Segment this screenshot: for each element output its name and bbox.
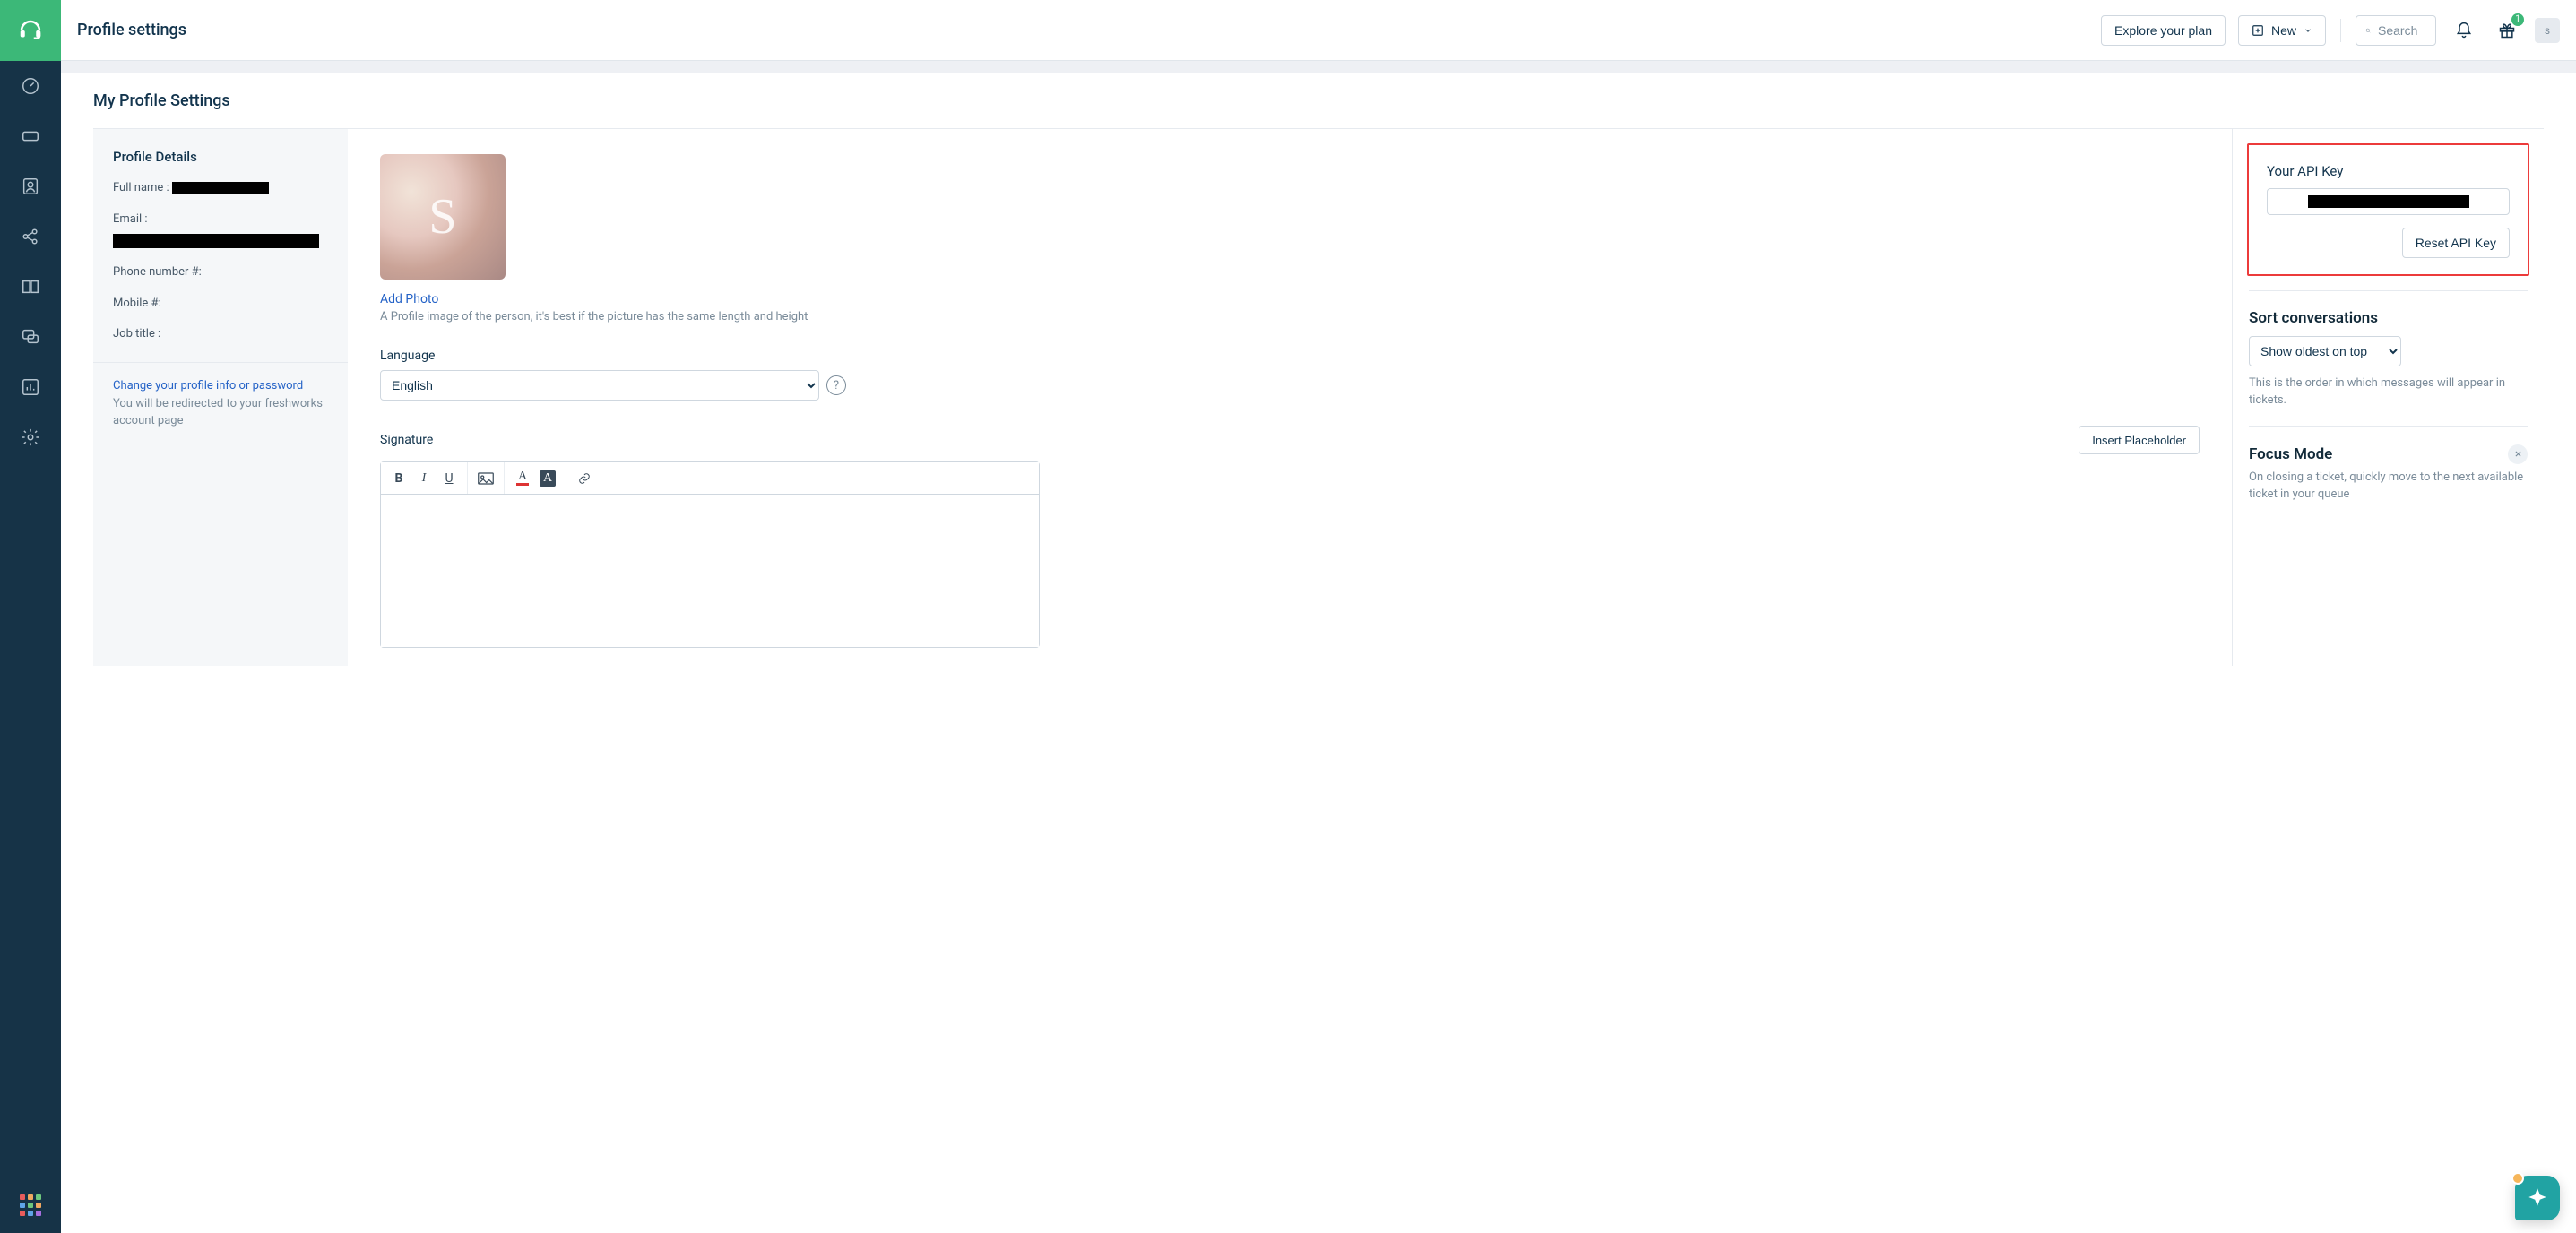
mobile-label: Mobile #: bbox=[113, 293, 328, 315]
full-name-value-redacted bbox=[172, 182, 269, 194]
chat-icon bbox=[21, 327, 40, 347]
sidebar-item-dashboard[interactable] bbox=[0, 61, 61, 111]
toolbar-bold[interactable]: B bbox=[386, 466, 411, 491]
email-row: Email : bbox=[113, 209, 328, 253]
avatar-letter: S bbox=[428, 188, 456, 246]
gifts-button[interactable]: 1 bbox=[2492, 15, 2522, 46]
signature-textarea[interactable] bbox=[381, 495, 1039, 647]
notifications-button[interactable] bbox=[2449, 15, 2479, 46]
explore-plan-label: Explore your plan bbox=[2114, 23, 2212, 38]
change-profile-info-link[interactable]: Change your profile info or password bbox=[113, 379, 328, 392]
editor-toolbar: B I U bbox=[381, 462, 1039, 495]
insert-placeholder-button[interactable]: Insert Placeholder bbox=[2079, 426, 2200, 454]
sparkle-icon bbox=[2527, 1187, 2548, 1209]
job-title-label: Job title : bbox=[113, 323, 328, 346]
api-key-value-redacted bbox=[2308, 195, 2469, 208]
apps-grid-icon bbox=[20, 1194, 41, 1216]
full-name-row: Full name : bbox=[113, 177, 328, 200]
link-icon bbox=[576, 472, 592, 485]
sidebar-item-social[interactable] bbox=[0, 211, 61, 262]
sort-conversations-title: Sort conversations bbox=[2249, 309, 2528, 327]
top-header: Profile settings Explore your plan New bbox=[61, 0, 2576, 61]
explore-plan-button[interactable]: Explore your plan bbox=[2101, 15, 2226, 46]
header-separator bbox=[2340, 19, 2341, 42]
new-button[interactable]: New bbox=[2238, 15, 2326, 46]
close-icon bbox=[2514, 450, 2522, 458]
reset-api-key-label: Reset API Key bbox=[2416, 236, 2496, 250]
email-value-redacted bbox=[113, 234, 319, 248]
toolbar-bg-color[interactable]: A bbox=[535, 466, 560, 491]
search-icon bbox=[2365, 23, 2371, 38]
bell-icon bbox=[2455, 22, 2473, 39]
focus-mode-section: Focus Mode On closing a ticket, quickly … bbox=[2249, 426, 2528, 520]
image-icon bbox=[478, 472, 494, 485]
toolbar-italic[interactable]: I bbox=[411, 466, 437, 491]
sidebar-item-tickets[interactable] bbox=[0, 111, 61, 161]
gauge-icon bbox=[21, 76, 40, 96]
toolbar-text-color[interactable]: A bbox=[510, 466, 535, 491]
headset-icon bbox=[17, 17, 44, 44]
page-title-header: Profile settings bbox=[77, 21, 186, 39]
sidebar-item-reports[interactable] bbox=[0, 362, 61, 412]
focus-mode-hint: On closing a ticket, quickly move to the… bbox=[2249, 470, 2528, 504]
signature-label: Signature bbox=[380, 433, 433, 447]
sort-order-select[interactable]: Show oldest on top bbox=[2249, 336, 2401, 366]
share-icon bbox=[21, 227, 40, 246]
profile-form: S Add Photo A Profile image of the perso… bbox=[348, 129, 2232, 666]
plus-square-icon bbox=[2252, 24, 2264, 37]
api-key-panel: Your API Key Reset API Key bbox=[2247, 143, 2529, 276]
api-key-title: Your API Key bbox=[2267, 163, 2510, 179]
language-help-icon[interactable]: ? bbox=[826, 375, 846, 395]
sidebar-item-contacts[interactable] bbox=[0, 161, 61, 211]
avatar-initial: s bbox=[2545, 24, 2550, 37]
help-widget-notification-dot bbox=[2511, 1172, 2524, 1185]
ticket-icon bbox=[21, 126, 40, 146]
phone-label: Phone number #: bbox=[113, 262, 328, 284]
email-label: Email : bbox=[113, 212, 148, 226]
toolbar-image[interactable] bbox=[473, 466, 498, 491]
profile-details-heading: Profile Details bbox=[113, 149, 328, 165]
focus-mode-dismiss[interactable] bbox=[2508, 444, 2528, 464]
reset-api-key-button[interactable]: Reset API Key bbox=[2402, 228, 2510, 258]
user-icon bbox=[21, 177, 40, 196]
brand-logo[interactable] bbox=[0, 0, 61, 61]
help-widget-fab[interactable] bbox=[2515, 1176, 2560, 1220]
sidebar bbox=[0, 0, 61, 1233]
book-icon bbox=[21, 277, 40, 297]
search-input[interactable] bbox=[2378, 23, 2426, 38]
api-key-field[interactable] bbox=[2267, 188, 2510, 215]
toolbar-underline[interactable]: U bbox=[437, 466, 462, 491]
gift-badge: 1 bbox=[2511, 13, 2524, 26]
full-name-label: Full name : bbox=[113, 181, 169, 194]
add-photo-link[interactable]: Add Photo bbox=[380, 292, 438, 306]
gear-icon bbox=[21, 427, 40, 447]
toolbar-link[interactable] bbox=[572, 466, 597, 491]
new-button-label: New bbox=[2271, 23, 2296, 38]
app-launcher[interactable] bbox=[0, 1177, 61, 1233]
language-select[interactable]: English bbox=[380, 370, 819, 401]
change-profile-info-hint: You will be redirected to your freshwork… bbox=[113, 396, 328, 430]
focus-mode-title: Focus Mode bbox=[2249, 445, 2332, 463]
profile-avatar-preview: S bbox=[380, 154, 506, 280]
language-label: Language bbox=[380, 349, 2200, 363]
page-title: My Profile Settings bbox=[93, 91, 2544, 110]
sidebar-item-forums[interactable] bbox=[0, 312, 61, 362]
insert-placeholder-label: Insert Placeholder bbox=[2092, 434, 2186, 447]
add-photo-hint: A Profile image of the person, it's best… bbox=[380, 310, 2200, 323]
search-box[interactable] bbox=[2356, 15, 2436, 46]
sort-conversations-section: Sort conversations Show oldest on top Th… bbox=[2249, 290, 2528, 426]
user-avatar[interactable]: s bbox=[2535, 18, 2560, 43]
sidebar-item-solutions[interactable] bbox=[0, 262, 61, 312]
sidebar-item-settings[interactable] bbox=[0, 412, 61, 462]
right-rail: Your API Key Reset API Key Sor bbox=[2232, 129, 2544, 666]
chevron-down-icon bbox=[2304, 26, 2312, 35]
profile-details-panel: Profile Details Full name : Email : Phon… bbox=[93, 129, 348, 666]
sort-conversations-hint: This is the order in which messages will… bbox=[2249, 375, 2528, 410]
signature-editor: B I U bbox=[380, 461, 1040, 648]
bar-chart-icon bbox=[21, 377, 40, 397]
